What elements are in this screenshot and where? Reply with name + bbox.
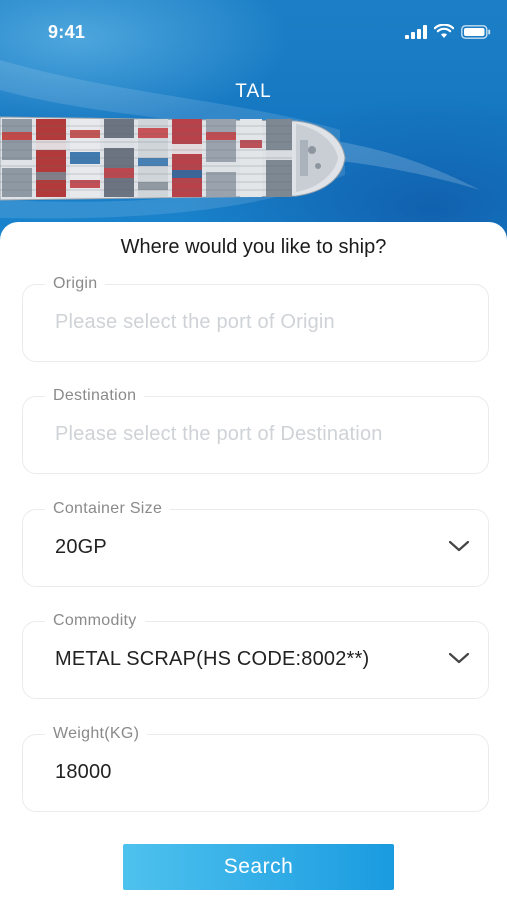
weight-label: Weight(KG) bbox=[45, 724, 148, 744]
form-heading: Where would you like to ship? bbox=[120, 236, 387, 258]
status-time: 9:41 bbox=[48, 22, 86, 42]
status-icons bbox=[405, 24, 491, 39]
battery-icon bbox=[461, 24, 491, 39]
container-size-value: 20GP bbox=[55, 536, 107, 558]
container-size-label: Container Size bbox=[45, 499, 171, 519]
commodity-select[interactable]: Commodity METAL SCRAP(HS CODE:8002**) bbox=[22, 611, 489, 699]
destination-placeholder: Please select the port of Destination bbox=[55, 423, 383, 445]
shipping-form-card: Where would you like to ship? Origin Ple… bbox=[0, 222, 507, 900]
app-title: TAL bbox=[235, 81, 272, 102]
origin-field[interactable]: Origin Please select the port of Origin bbox=[22, 274, 489, 362]
weight-value: 18000 bbox=[55, 761, 112, 783]
origin-placeholder: Please select the port of Origin bbox=[55, 311, 335, 333]
wifi-icon bbox=[434, 24, 454, 38]
search-button[interactable]: Search bbox=[123, 844, 394, 890]
origin-label: Origin bbox=[45, 274, 106, 294]
commodity-label: Commodity bbox=[45, 611, 145, 631]
hero-banner: 9:41 TAL bbox=[0, 0, 507, 260]
destination-field[interactable]: Destination Please select the port of De… bbox=[22, 386, 489, 474]
destination-label: Destination bbox=[45, 386, 145, 406]
status-bar: 9:41 bbox=[0, 0, 507, 62]
container-size-select[interactable]: Container Size 20GP bbox=[22, 499, 489, 587]
weight-input[interactable]: Weight(KG) 18000 bbox=[22, 724, 489, 812]
commodity-value: METAL SCRAP(HS CODE:8002**) bbox=[55, 648, 370, 670]
chevron-down-icon[interactable] bbox=[448, 651, 470, 665]
chevron-down-icon[interactable] bbox=[448, 539, 470, 553]
cellular-signal-icon bbox=[405, 24, 427, 39]
